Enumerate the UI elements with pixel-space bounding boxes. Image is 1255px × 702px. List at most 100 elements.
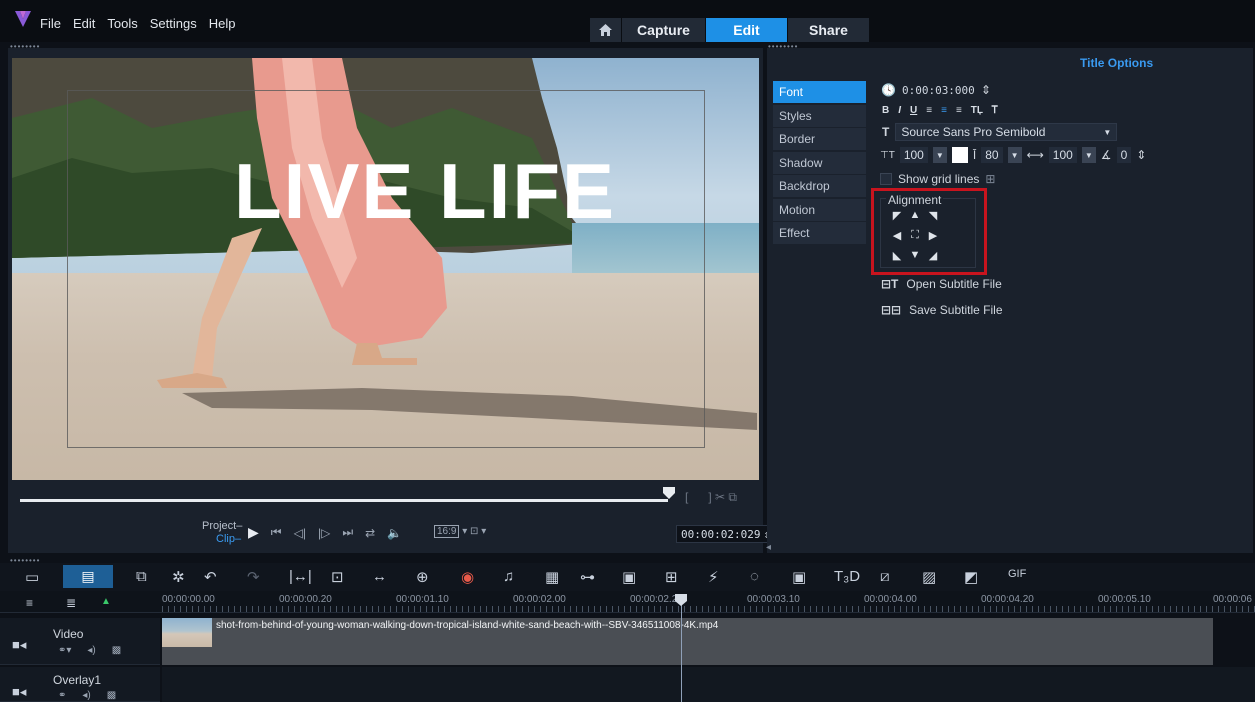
- rotation-stepper-icon[interactable]: ⇕: [1136, 148, 1146, 162]
- options-side-tabs: Font Styles Border Shadow Backdrop Motio…: [773, 81, 866, 246]
- copy-icon[interactable]: ⧉: [728, 490, 737, 504]
- play-icon[interactable]: ▶: [248, 524, 259, 541]
- menu-tools[interactable]: Tools: [107, 16, 137, 31]
- playhead-marker-icon[interactable]: [675, 594, 687, 606]
- motion-tracking-icon[interactable]: ⊶: [580, 568, 595, 586]
- duration-stepper-icon[interactable]: ⇕: [981, 83, 991, 97]
- trim-markers[interactable]: [ ] ✂ ⧉: [685, 490, 737, 505]
- menu-file[interactable]: File: [40, 16, 61, 31]
- char-spacing-field[interactable]: 100: [1048, 147, 1077, 163]
- timecode-display[interactable]: 00:00:02:029 ⇕: [676, 525, 776, 543]
- italic-icon[interactable]: I: [898, 105, 901, 116]
- show-grid-checkbox[interactable]: [880, 173, 892, 185]
- undo-icon[interactable]: ↶: [204, 568, 217, 586]
- zoom-fit-icon[interactable]: ⊡: [331, 568, 344, 586]
- side-tab-shadow[interactable]: Shadow: [773, 151, 866, 174]
- template-icon[interactable]: ▣: [622, 568, 636, 586]
- tab-edit[interactable]: Edit: [706, 18, 788, 42]
- mask-icon[interactable]: ◌: [750, 568, 759, 585]
- next-frame-icon[interactable]: |▷: [318, 526, 330, 540]
- color-icon[interactable]: ◉: [461, 568, 474, 586]
- scrub-bar[interactable]: [20, 499, 668, 502]
- effect-icon[interactable]: ⧄: [880, 568, 890, 585]
- ripple-edit-icon[interactable]: ▲: [101, 596, 111, 607]
- link-icon[interactable]: ⚭: [58, 690, 66, 701]
- tab-home[interactable]: [590, 18, 622, 42]
- copy-attributes-icon[interactable]: ⧉: [136, 568, 147, 585]
- audio-icon[interactable]: ♫: [503, 568, 514, 585]
- duration-field[interactable]: 0:00:03:000: [902, 84, 975, 97]
- track-manager-icon[interactable]: ≡: [26, 596, 33, 610]
- side-tab-font[interactable]: Font: [773, 81, 866, 103]
- main-menu: File Edit Tools Settings Help: [40, 16, 235, 31]
- char-spacing-dropdown-icon[interactable]: ▼: [1081, 147, 1096, 163]
- save-subtitle-button[interactable]: ⊟⊟ Save Subtitle File: [881, 303, 1003, 317]
- grid-icon[interactable]: ▩: [112, 645, 121, 656]
- font-size-dropdown-icon[interactable]: ▼: [932, 147, 947, 163]
- painting-icon[interactable]: ▨: [922, 568, 936, 586]
- line-spacing-dropdown-icon[interactable]: ▼: [1007, 147, 1022, 163]
- mute-icon[interactable]: ◂): [87, 645, 95, 656]
- bold-icon[interactable]: B: [882, 105, 889, 116]
- font-color-swatch[interactable]: [951, 147, 968, 163]
- open-subtitle-button[interactable]: ⊟T Open Subtitle File: [881, 277, 1002, 291]
- line-spacing-field[interactable]: 80: [981, 147, 1003, 163]
- align-right-icon[interactable]: ≡: [956, 105, 962, 116]
- project-clip-mode[interactable]: Project– Clip–: [202, 520, 242, 546]
- volume-icon[interactable]: 🔈: [387, 526, 402, 540]
- clear-format-icon[interactable]: Ꭲ: [992, 105, 998, 116]
- expand-icon[interactable]: ⊕: [416, 568, 429, 586]
- tab-capture[interactable]: Capture: [622, 18, 706, 42]
- aspect-ratio-control[interactable]: 16:9 ▾ ⊡ ▾: [434, 525, 486, 538]
- side-tab-effect[interactable]: Effect: [773, 222, 866, 244]
- multi-cam-icon[interactable]: ⊞: [665, 568, 678, 586]
- font-select[interactable]: Source Sans Pro Semibold ▼: [895, 123, 1118, 141]
- rotation-field[interactable]: 0: [1116, 147, 1132, 163]
- repeat-icon[interactable]: ⇄: [365, 526, 375, 540]
- side-tab-border[interactable]: Border: [773, 128, 866, 150]
- fit-timeline-icon[interactable]: |↔|: [289, 568, 312, 585]
- tab-share[interactable]: Share: [788, 18, 870, 42]
- stabilize-icon[interactable]: ▣: [792, 568, 806, 586]
- timeline-view-icon[interactable]: ▤: [63, 565, 113, 588]
- storyboard-view-icon[interactable]: ▭: [25, 568, 39, 586]
- grid-settings-icon[interactable]: ⊞: [985, 172, 995, 186]
- underline-icon[interactable]: U: [910, 105, 917, 116]
- time-remap-icon[interactable]: ⚡: [708, 568, 719, 586]
- end-icon[interactable]: ⏭: [342, 525, 353, 540]
- subtitle-editor-icon[interactable]: ▦: [545, 568, 559, 586]
- side-tab-backdrop[interactable]: Backdrop: [773, 175, 866, 197]
- playhead[interactable]: [681, 604, 682, 702]
- side-tab-styles[interactable]: Styles: [773, 104, 866, 127]
- home-start-icon[interactable]: ⏮: [271, 525, 282, 540]
- link-icon[interactable]: ⚭▾: [58, 645, 71, 656]
- split-icon[interactable]: ✂: [715, 490, 725, 504]
- ruler-mark: 00:00:01.10: [396, 594, 449, 605]
- redo-icon[interactable]: ↷: [247, 568, 260, 586]
- align-center-icon[interactable]: ≡: [941, 105, 947, 116]
- preview-video[interactable]: LIVE LIFE: [12, 58, 759, 480]
- title-text[interactable]: LIVE LIFE: [234, 146, 616, 237]
- menu-edit[interactable]: Edit: [73, 16, 95, 31]
- font-size-field[interactable]: 100: [899, 147, 928, 163]
- screen-record-icon[interactable]: ◩: [964, 568, 978, 586]
- vertical-text-icon[interactable]: TĻ: [971, 105, 983, 116]
- display-mode-icon[interactable]: ⊡: [470, 526, 478, 537]
- chapter-icon[interactable]: ≣: [66, 596, 76, 610]
- side-tab-motion[interactable]: Motion: [773, 198, 866, 221]
- gif-icon[interactable]: GIF: [1008, 568, 1026, 580]
- mute-icon[interactable]: ◂): [82, 690, 90, 701]
- align-left-icon[interactable]: ≡: [926, 105, 932, 116]
- scrubber-handle-icon[interactable]: [663, 487, 675, 499]
- menu-help[interactable]: Help: [209, 16, 236, 31]
- magic-tool-icon[interactable]: ✲: [172, 568, 185, 586]
- menu-settings[interactable]: Settings: [150, 16, 197, 31]
- prev-frame-icon[interactable]: ◁|: [294, 526, 306, 540]
- split-screen-icon[interactable]: ↔: [372, 568, 387, 585]
- title-3d-icon[interactable]: T₃D: [834, 568, 860, 585]
- mode-clip[interactable]: Clip–: [202, 533, 242, 546]
- mode-project[interactable]: Project–: [202, 520, 242, 532]
- grid-icon[interactable]: ▩: [107, 690, 116, 701]
- collapse-arrow-icon[interactable]: ◂: [766, 542, 772, 553]
- overlay-track-area[interactable]: [162, 667, 1255, 702]
